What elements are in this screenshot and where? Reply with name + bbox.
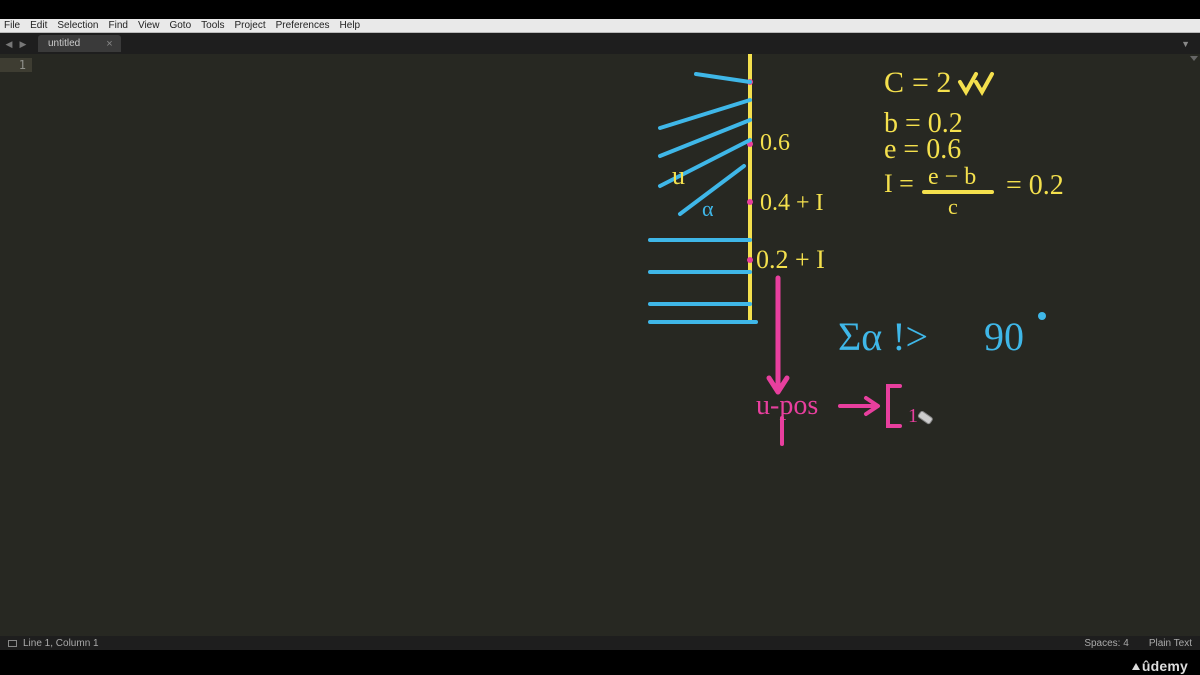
menu-selection[interactable]: Selection	[57, 19, 98, 33]
menu-project[interactable]: Project	[235, 19, 266, 33]
tab-title: untitled	[48, 38, 80, 49]
svg-text:e = 0.6: e = 0.6	[884, 134, 961, 165]
menu-preferences[interactable]: Preferences	[276, 19, 330, 33]
svg-text:0.6: 0.6	[760, 130, 790, 156]
svg-text:= 2: = 2	[912, 66, 951, 99]
status-syntax[interactable]: Plain Text	[1149, 638, 1192, 649]
menu-view[interactable]: View	[138, 19, 160, 33]
annotation-canvas: u α 0.6 0.4 + I 0.2 + I C = 2 b = 0.2 e …	[0, 54, 1200, 650]
panel-switcher-icon[interactable]	[8, 640, 17, 647]
minimap-chevron-icon[interactable]	[1190, 56, 1198, 61]
menu-edit[interactable]: Edit	[30, 19, 47, 33]
udemy-watermark: ûdemy	[1132, 657, 1188, 675]
menu-tools[interactable]: Tools	[201, 19, 224, 33]
letterbox-bottom: ûdemy	[0, 655, 1200, 675]
svg-text:1: 1	[908, 405, 918, 427]
svg-text:I =: I =	[884, 169, 914, 198]
menu-find[interactable]: Find	[109, 19, 128, 33]
tab-strip: ◀ ▶ untitled × ▼	[0, 33, 1200, 54]
tab-close-icon[interactable]: ×	[106, 38, 112, 50]
udemy-text: ûdemy	[1142, 658, 1188, 674]
letterbox-top	[0, 0, 1200, 19]
tab-untitled[interactable]: untitled ×	[38, 35, 121, 52]
menu-bar: File Edit Selection Find View Goto Tools…	[0, 19, 1200, 33]
svg-text:α: α	[702, 196, 714, 221]
nav-forward-icon[interactable]: ▶	[18, 39, 28, 49]
svg-text:u-pos: u-pos	[756, 390, 818, 421]
svg-text:c: c	[948, 194, 958, 219]
editor-area[interactable]: 1 u α 0.6 0.4 + I 0.2 + I C = 2	[0, 54, 1200, 650]
svg-text:90: 90	[984, 314, 1024, 359]
menu-file[interactable]: File	[4, 19, 20, 33]
status-indent[interactable]: Spaces: 4	[1084, 638, 1128, 649]
svg-text:C: C	[884, 66, 904, 99]
svg-text:0.2 + I: 0.2 + I	[756, 245, 825, 274]
svg-text:0.4 + I: 0.4 + I	[760, 190, 824, 216]
minimap[interactable]	[1190, 54, 1200, 650]
svg-text:e − b: e − b	[928, 164, 976, 190]
menu-help[interactable]: Help	[340, 19, 361, 33]
line-number-1: 1	[0, 58, 32, 72]
menu-goto[interactable]: Goto	[169, 19, 191, 33]
status-bar: Line 1, Column 1 Spaces: 4 Plain Text	[0, 636, 1200, 650]
svg-text:Σα !>: Σα !>	[838, 314, 928, 359]
svg-text:= 0.2: = 0.2	[1006, 170, 1064, 201]
nav-back-icon[interactable]: ◀	[4, 39, 14, 49]
svg-text:b = 0.2: b = 0.2	[884, 108, 963, 139]
status-cursor-pos[interactable]: Line 1, Column 1	[23, 638, 99, 649]
tabs-dropdown-icon[interactable]: ▼	[1177, 39, 1194, 49]
svg-text:u: u	[672, 161, 685, 190]
udemy-caret-icon	[1132, 663, 1140, 670]
line-number-gutter: 1	[0, 54, 32, 650]
